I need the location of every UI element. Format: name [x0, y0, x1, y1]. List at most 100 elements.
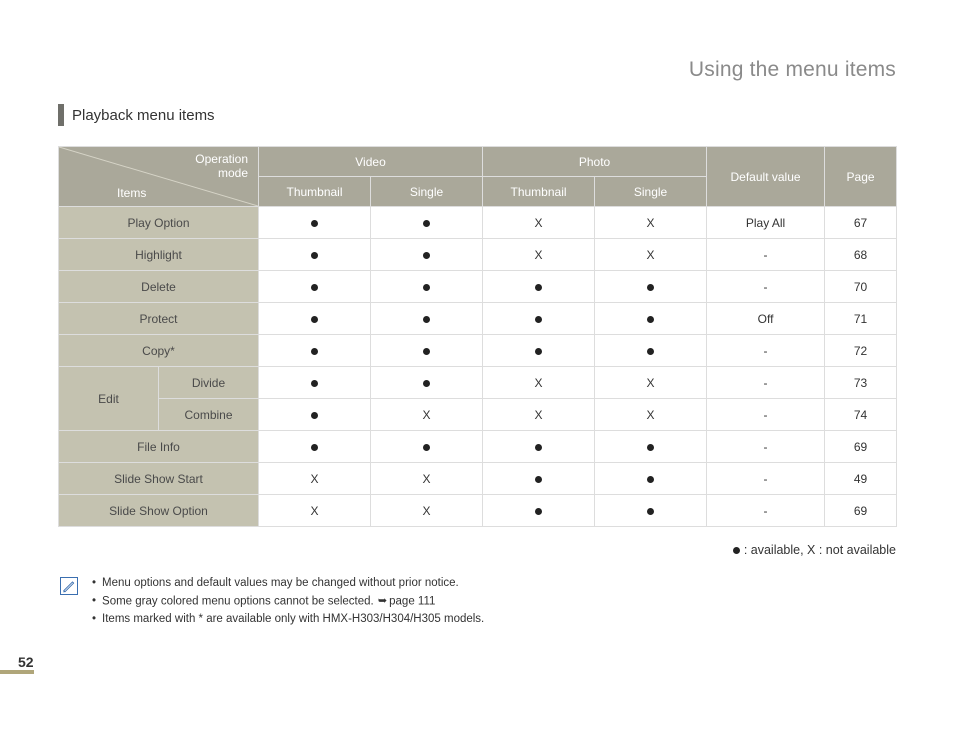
- data-cell: [595, 495, 707, 527]
- dot-icon: [311, 220, 318, 227]
- default-value-cell: -: [707, 495, 825, 527]
- table-row: CombineXXX-74: [59, 399, 897, 431]
- default-value-cell: Play All: [707, 207, 825, 239]
- data-cell: [259, 367, 371, 399]
- header-video: Video: [259, 147, 483, 177]
- row-sub-label: Divide: [159, 367, 259, 399]
- note-item: Some gray colored menu options cannot be…: [88, 593, 484, 611]
- row-label: Slide Show Option: [59, 495, 259, 527]
- header-video-thumbnail: Thumbnail: [259, 177, 371, 207]
- data-cell: [259, 271, 371, 303]
- dot-icon: [423, 284, 430, 291]
- subheading-text: Playback menu items: [72, 107, 215, 124]
- dot-icon: [423, 348, 430, 355]
- data-cell: X: [259, 463, 371, 495]
- dot-icon: [535, 476, 542, 483]
- header-photo-thumbnail: Thumbnail: [483, 177, 595, 207]
- default-value-cell: -: [707, 335, 825, 367]
- page-cell: 71: [825, 303, 897, 335]
- operation-mode-label: Operation mode: [195, 153, 248, 181]
- dot-icon: [733, 547, 740, 554]
- table-row: Slide Show StartXX-49: [59, 463, 897, 495]
- data-cell: X: [483, 207, 595, 239]
- page-cell: 72: [825, 335, 897, 367]
- data-cell: X: [371, 463, 483, 495]
- row-group-label: Edit: [59, 367, 159, 431]
- row-label: Play Option: [59, 207, 259, 239]
- data-cell: [595, 271, 707, 303]
- dot-icon: [423, 252, 430, 259]
- data-cell: [483, 463, 595, 495]
- dot-icon: [535, 508, 542, 515]
- data-cell: [371, 207, 483, 239]
- row-label: File Info: [59, 431, 259, 463]
- data-cell: [259, 399, 371, 431]
- dot-icon: [535, 316, 542, 323]
- data-cell: [371, 239, 483, 271]
- note-icon: [60, 577, 78, 595]
- default-value-cell: Off: [707, 303, 825, 335]
- dot-icon: [647, 348, 654, 355]
- notes-list: Menu options and default values may be c…: [88, 575, 484, 629]
- dot-icon: [535, 284, 542, 291]
- dot-icon: [311, 348, 318, 355]
- data-cell: X: [371, 399, 483, 431]
- data-cell: X: [595, 399, 707, 431]
- data-cell: [371, 367, 483, 399]
- dot-icon: [647, 316, 654, 323]
- note-item: Items marked with * are available only w…: [88, 611, 484, 629]
- default-value-cell: -: [707, 399, 825, 431]
- data-cell: [371, 303, 483, 335]
- data-cell: X: [259, 495, 371, 527]
- row-label: Slide Show Start: [59, 463, 259, 495]
- dot-icon: [647, 284, 654, 291]
- subheading-row: Playback menu items: [58, 104, 896, 126]
- data-cell: X: [595, 207, 707, 239]
- dot-icon: [535, 444, 542, 451]
- data-cell: [371, 431, 483, 463]
- default-value-cell: -: [707, 239, 825, 271]
- data-cell: X: [371, 495, 483, 527]
- default-value-cell: -: [707, 463, 825, 495]
- page-cell: 70: [825, 271, 897, 303]
- table-row: File Info-69: [59, 431, 897, 463]
- data-cell: [483, 271, 595, 303]
- data-cell: [483, 335, 595, 367]
- legend-text: : available, X : not available: [744, 543, 896, 557]
- dot-icon: [311, 380, 318, 387]
- default-value-cell: -: [707, 367, 825, 399]
- page-cell: 73: [825, 367, 897, 399]
- data-cell: X: [595, 239, 707, 271]
- page-cell: 67: [825, 207, 897, 239]
- table-row: ProtectOff71: [59, 303, 897, 335]
- data-cell: [595, 463, 707, 495]
- data-cell: [483, 303, 595, 335]
- data-cell: [259, 335, 371, 367]
- playback-table: Operation mode Items Video Photo Default…: [58, 146, 897, 527]
- dot-icon: [311, 252, 318, 259]
- table-row: EditDivideXX-73: [59, 367, 897, 399]
- table-row: Copy* -72: [59, 335, 897, 367]
- default-value-cell: -: [707, 431, 825, 463]
- header-video-single: Single: [371, 177, 483, 207]
- items-label: Items: [117, 186, 146, 200]
- dot-icon: [311, 412, 318, 419]
- page-number: 52: [18, 654, 34, 670]
- header-page: Page: [825, 147, 897, 207]
- data-cell: X: [595, 367, 707, 399]
- table-row: Delete-70: [59, 271, 897, 303]
- dot-icon: [423, 444, 430, 451]
- data-cell: [595, 335, 707, 367]
- table-row: Play OptionXXPlay All67: [59, 207, 897, 239]
- row-label: Copy*: [59, 335, 259, 367]
- row-label: Delete: [59, 271, 259, 303]
- arrow-icon: ➥: [378, 593, 387, 610]
- data-cell: [371, 271, 483, 303]
- dot-icon: [647, 444, 654, 451]
- data-cell: [371, 335, 483, 367]
- data-cell: [259, 207, 371, 239]
- data-cell: X: [483, 239, 595, 271]
- table-row: Slide Show OptionXX-69: [59, 495, 897, 527]
- header-default-value: Default value: [707, 147, 825, 207]
- dot-icon: [311, 316, 318, 323]
